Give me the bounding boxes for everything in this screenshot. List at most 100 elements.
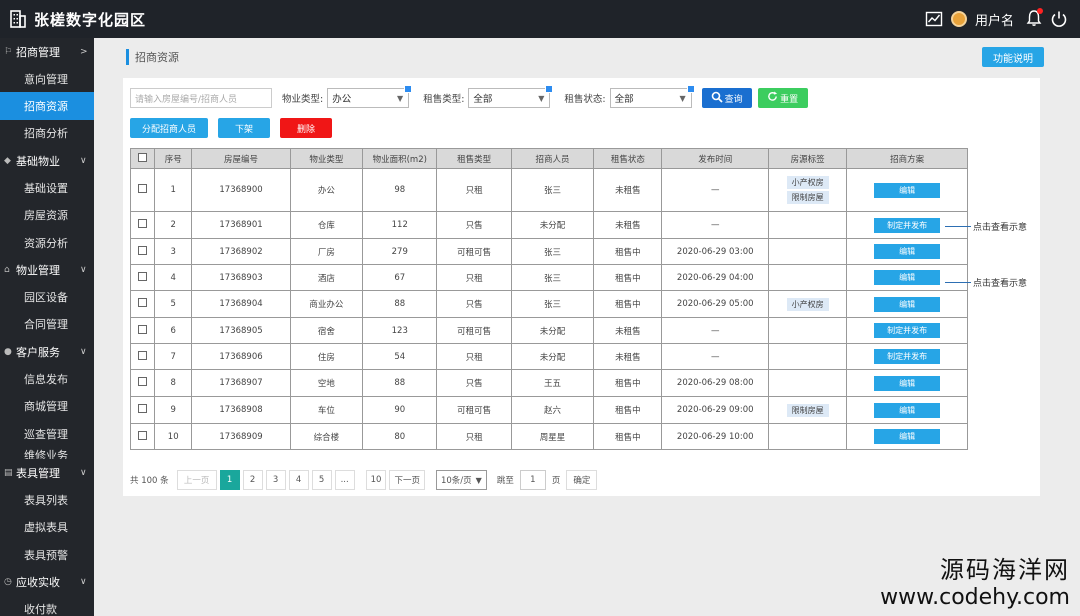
- nav-group-investment[interactable]: ⚐ 招商管理 >: [0, 38, 94, 65]
- lease-type-cell: 只售: [436, 290, 512, 318]
- column-header: 招商方案: [846, 148, 968, 169]
- row-checkbox[interactable]: [138, 350, 148, 360]
- nav-group-meters[interactable]: ▤ 表具管理 ∨: [0, 459, 94, 486]
- table-row[interactable]: 8 17368907 空地 88 只售 王五 租售中 2020-06-29 08:00 编辑: [129, 369, 968, 397]
- table-row[interactable]: 10 17368909 综合楼 80 只租 周星星 租售中 2020-06-29 10:00 编…: [129, 423, 968, 450]
- assign-agent-button[interactable]: 分配招商人员: [130, 118, 208, 138]
- row-select-cell[interactable]: [129, 317, 156, 344]
- row-checkbox[interactable]: [138, 324, 148, 334]
- help-button[interactable]: 功能说明: [982, 47, 1044, 67]
- confirm-button[interactable]: 确定: [566, 470, 598, 490]
- next-page-button[interactable]: 下一页: [389, 470, 425, 490]
- edit-button[interactable]: 编辑: [874, 429, 941, 444]
- page-title: 招商资源: [126, 49, 179, 65]
- table-row[interactable]: 7 17368906 住房 54 只租 未分配 未租售 — 制定并发布: [129, 343, 968, 370]
- chart-icon[interactable]: [925, 10, 943, 28]
- page-number[interactable]: 5: [311, 470, 332, 490]
- action-bar: 分配招商人员 下架 删除: [130, 118, 332, 138]
- edit-button[interactable]: 编辑: [874, 182, 941, 198]
- row-checkbox[interactable]: [138, 404, 148, 413]
- lease-type-cell: 可租可售: [436, 396, 512, 424]
- sidebar-item-meter-list[interactable]: 表具列表: [0, 486, 94, 513]
- row-checkbox[interactable]: [138, 377, 148, 386]
- sidebar-item-repair[interactable]: 维修业务: [0, 447, 94, 459]
- page-number[interactable]: 1: [219, 470, 240, 490]
- clock-icon: ◷: [4, 576, 12, 587]
- edit-button[interactable]: 编辑: [874, 375, 941, 391]
- page-size-select[interactable]: 10条/页 ▼: [435, 470, 487, 490]
- row-select-cell[interactable]: [129, 290, 156, 318]
- property-type-select[interactable]: 办公 ▼: [327, 85, 413, 108]
- goto-page-input[interactable]: 1: [519, 470, 546, 490]
- offline-button[interactable]: 下架: [218, 118, 270, 138]
- table-row[interactable]: 3 17368902 厂房 279 可租可售 张三 租售中 2020-06-29 03:00 编…: [129, 238, 968, 265]
- delete-button[interactable]: 删除: [280, 118, 332, 138]
- lease-status-select[interactable]: 全部 ▼: [609, 85, 695, 108]
- sidebar-item-patrol[interactable]: 巡查管理: [0, 420, 94, 447]
- row-select-cell[interactable]: [129, 343, 156, 370]
- page-number[interactable]: ...: [334, 470, 355, 490]
- row-select-cell[interactable]: [129, 396, 156, 424]
- create-publish-button[interactable]: 制定并发布: [874, 217, 941, 233]
- row-select-cell[interactable]: [129, 211, 156, 239]
- table-row[interactable]: 9 17368908 车位 90 可租可售 赵六 租售中 2020-06-29 09:00 限制…: [129, 396, 968, 424]
- select-all-cell[interactable]: [129, 148, 156, 169]
- row-select-cell[interactable]: [129, 369, 156, 397]
- avatar[interactable]: [950, 11, 967, 27]
- row-select-cell[interactable]: [129, 423, 156, 450]
- sidebar-item-info[interactable]: 信息发布: [0, 365, 94, 392]
- sidebar-item-contracts[interactable]: 合同管理: [0, 311, 94, 338]
- sidebar-item-payments[interactable]: 收付款: [0, 595, 94, 616]
- page-number[interactable]: 4: [288, 470, 309, 490]
- table-row[interactable]: 5 17368904 商业办公 88 只售 张三 租售中 2020-06-29 05:00 小产…: [129, 290, 968, 318]
- sidebar-item-resources[interactable]: 招商资源: [0, 92, 94, 120]
- nav-group-property[interactable]: ◆ 基础物业 ∨: [0, 147, 94, 174]
- sidebar-item-settings[interactable]: 基础设置: [0, 174, 94, 201]
- sidebar-item-resource-analysis[interactable]: 资源分析: [0, 229, 94, 256]
- table-row[interactable]: 1 17368900 办公 98 只租 张三 未租售 — 小产权房 限制房屋 编辑: [129, 168, 968, 212]
- row-checkbox[interactable]: [138, 219, 148, 228]
- create-publish-button[interactable]: 制定并发布: [874, 349, 941, 364]
- page-number[interactable]: 3: [265, 470, 286, 490]
- bell-icon[interactable]: [1026, 7, 1043, 30]
- edit-button[interactable]: 编辑: [874, 244, 941, 259]
- nav-group-customer[interactable]: ● 客户服务 ∨: [0, 338, 94, 365]
- create-publish-button[interactable]: 制定并发布: [874, 323, 941, 338]
- row-select-cell[interactable]: [129, 238, 156, 265]
- sidebar-item-intent[interactable]: 意向管理: [0, 65, 94, 92]
- page-number[interactable]: 10: [365, 470, 387, 490]
- select-all-checkbox[interactable]: [138, 152, 148, 162]
- edit-button[interactable]: 编辑: [874, 402, 941, 418]
- power-icon[interactable]: [1050, 10, 1068, 28]
- search-input[interactable]: 请输入房屋编号/招商人员: [130, 88, 272, 108]
- row-number-cell: 2: [154, 211, 193, 239]
- sidebar-item-houses[interactable]: 房屋资源: [0, 202, 94, 229]
- edit-button[interactable]: 编辑: [874, 296, 941, 312]
- row-checkbox[interactable]: [138, 430, 148, 440]
- table-row[interactable]: 6 17368905 宿舍 123 可租可售 未分配 未租售 — 制定并发布: [129, 317, 968, 344]
- query-button[interactable]: 查询: [701, 88, 752, 108]
- notification-dot: [1037, 7, 1043, 14]
- prev-page-button[interactable]: 上一页: [176, 470, 217, 490]
- lease-type-select[interactable]: 全部 ▼: [468, 85, 554, 108]
- nav-group-property-mgmt[interactable]: ⌂ 物业管理 ∨: [0, 256, 94, 283]
- lease-type-label: 租售类型:: [423, 94, 465, 105]
- row-checkbox[interactable]: [138, 184, 148, 193]
- sidebar-item-meter-alert[interactable]: 表具预警: [0, 541, 94, 568]
- edit-button[interactable]: 编辑: [874, 270, 941, 285]
- sidebar-item-devices[interactable]: 园区设备: [0, 283, 94, 310]
- nav-group-receivables[interactable]: ◷ 应收实收 ∨: [0, 568, 94, 595]
- sidebar-item-analysis[interactable]: 招商分析: [0, 120, 94, 147]
- username[interactable]: 用户名: [975, 10, 1014, 29]
- sidebar-item-mall[interactable]: 商城管理: [0, 393, 94, 420]
- table-row[interactable]: 2 17368901 仓库 112 只售 未分配 未租售 — 制定并发布: [129, 211, 968, 239]
- row-checkbox[interactable]: [138, 298, 148, 307]
- sidebar-item-virtual-meter[interactable]: 虚拟表具: [0, 514, 94, 541]
- row-select-cell[interactable]: [129, 168, 156, 212]
- page-number[interactable]: 2: [242, 470, 263, 490]
- row-select-cell[interactable]: [129, 264, 156, 291]
- row-checkbox[interactable]: [138, 271, 148, 281]
- table-row[interactable]: 4 17368903 酒店 67 只租 张三 租售中 2020-06-29 04:00 编辑: [129, 264, 968, 291]
- row-checkbox[interactable]: [138, 245, 148, 255]
- reset-button[interactable]: 重置: [757, 88, 808, 108]
